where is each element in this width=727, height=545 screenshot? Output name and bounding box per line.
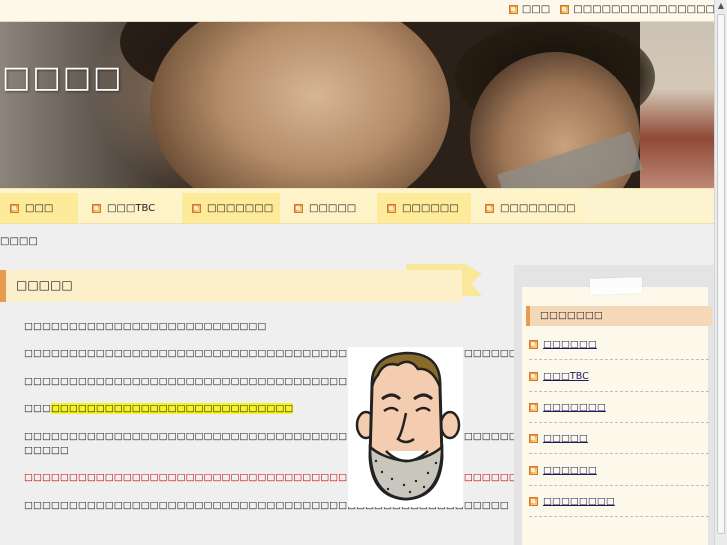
header-photo: □□□□ [0,22,714,188]
sidebar-item-label: □□□□□□ [543,464,597,476]
note-icon [10,203,19,213]
paragraph-5-line-2: □□□□□ [24,445,69,456]
paragraph-4: □□□□□□□□□□□□□□□□□□□□□□□□□□□□□□ [24,402,294,416]
top-link-contact[interactable]: □□□□□□□□□□□□□□□ [560,4,715,15]
note-icon [529,465,538,475]
nav-item-label: □□□TBC [107,202,156,214]
sidebar-item-label: □□□□□□ [543,338,597,350]
sidebar-item-5[interactable]: □□□□□□ [529,455,709,486]
nav-item-2[interactable]: □□□TBC [82,193,178,223]
nav-item-label: □□□ [25,202,54,214]
sidebar-item-label: □□□□□ [543,432,588,444]
paragraph-7: □□□□□□□□□□□□□□□□□□□□□□□□□□□□□□□□□□□□□□□□… [24,500,509,511]
note-icon [529,433,538,443]
scroll-up-arrow-icon[interactable]: ▲ [715,0,727,12]
paragraph-6-red: □□□□□□□□□□□□□□□□□□□□□□□□□□□□□□□□□□□□□□□□… [24,472,563,483]
paragraph-2: □□□□□□□□□□□□□□□□□□□□□□□□□□□□□□□□□□□□□□□□… [24,348,554,359]
nav-item-3[interactable]: □□□□□□□ [182,193,280,223]
sidebar-heading-label: □□□□□□□ [540,310,603,321]
paragraph-4-prefix: □□□ [24,403,51,414]
nav-item-home[interactable]: □□□ [0,193,78,223]
paragraph-3: □□□□□□□□□□□□□□□□□□□□□□□□□□□□□□□□□□□□□□□□… [24,376,410,387]
note-icon [529,371,538,381]
sidebar-item-2[interactable]: □□□TBC [529,361,709,392]
top-link-label: □□□□□□□□□□□□□□□ [573,4,715,15]
nav-item-label: □□□□□□□ [207,202,274,214]
note-icon [529,402,538,412]
note-icon [387,203,396,213]
nav-item-5[interactable]: □□□□□□ [377,193,471,223]
note-icon [192,203,201,213]
top-link-label: □□□ [521,4,551,15]
sidebar-item-3[interactable]: □□□□□□□ [529,392,709,423]
note-icon [529,339,538,349]
paragraph-5: □□□□□□□□□□□□□□□□□□□□□□□□□□□□□□□□□□□□□□□□… [24,430,608,458]
top-bar: □□□ □□□□□□□□□□□□□□□ [0,0,727,22]
paragraph-1: □□□□□□□□□□□□□□□□□□□□□□□□□□□ [24,321,267,332]
sidebar-item-1[interactable]: □□□□□□ [529,329,709,360]
sidebar-item-label: □□□TBC [543,370,589,382]
face-illustration-icon [355,351,461,501]
sidebar-item-label: □□□□□□□□ [543,495,615,507]
note-icon [92,203,101,213]
highlighted-text: □□□□□□□□□□□□□□□□□□□□□□□□□□□ [50,403,294,414]
sidebar-item-6[interactable]: □□□□□□□□ [529,486,709,517]
site-title[interactable]: □□□□ [2,60,123,95]
note-icon [508,5,518,14]
nav-item-label: □□□□□ [309,202,357,214]
breadcrumb: □□□□ [0,236,38,247]
nav-item-4[interactable]: □□□□□ [284,193,373,223]
note-icon [560,5,570,14]
sidebar-item-label: □□□□□□□ [543,401,606,413]
section-header: □□□□□ [0,270,462,302]
paragraph-5-line-1: □□□□□□□□□□□□□□□□□□□□□□□□□□□□□□□□□□□□□□□□… [24,431,608,442]
decorative-tape [589,277,643,295]
nav-item-label: □□□□□□□□ [500,202,576,214]
note-icon [529,496,538,506]
top-link-home[interactable]: □□□ [508,4,551,15]
sidebar-item-4[interactable]: □□□□□ [529,423,709,454]
sidebar-heading: □□□□□□□ [526,306,712,326]
top-links: □□□ □□□□□□□□□□□□□□□ [508,4,715,15]
scrollbar-thumb[interactable] [717,14,725,534]
nav-item-label: □□□□□□ [402,202,459,214]
note-icon [485,203,494,213]
main-navigation: □□□ □□□TBC □□□□□□□ □□□□□ □□□□□□ □□□□□□□□ [0,188,714,224]
nav-item-6[interactable]: □□□□□□□□ [475,193,581,223]
sidebar: □□□□□□□ □□□□□□ □□□TBC □□□□□□□ □□□□□ □□□□… [514,265,714,545]
vertical-scrollbar[interactable]: ▲ [714,0,727,545]
bearded-man-illustration [348,347,463,507]
section-title: □□□□□ [16,278,73,292]
note-icon [294,203,303,213]
